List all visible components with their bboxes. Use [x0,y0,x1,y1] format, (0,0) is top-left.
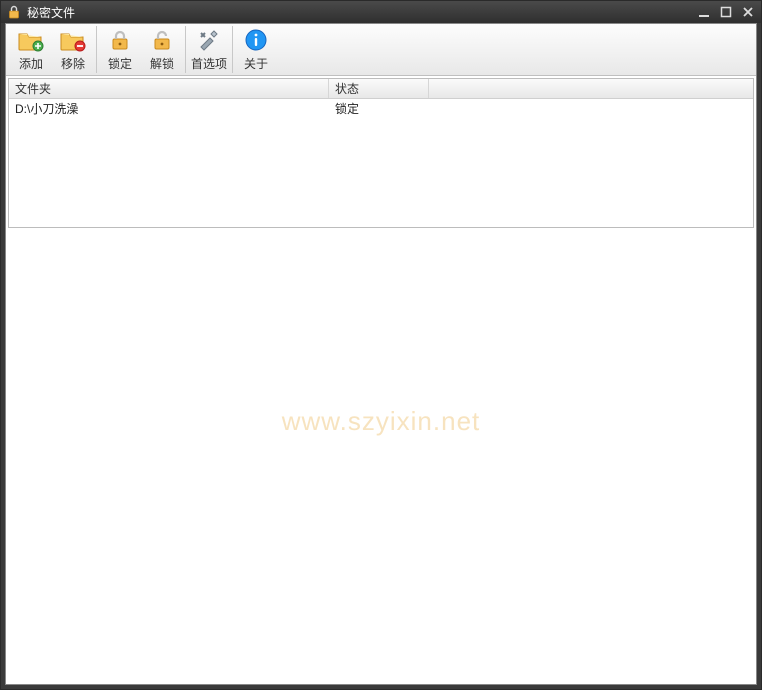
minimize-button[interactable] [697,5,711,19]
column-folder[interactable]: 文件夹 [9,79,329,98]
lock-closed-icon [106,27,134,53]
lock-label: 锁定 [108,55,132,72]
column-spacer [429,79,753,98]
prefs-button[interactable]: 首选项 [188,26,230,73]
window-title: 秘密文件 [27,4,697,21]
content-area: 文件夹 状态 D:\小刀洗澡 锁定 www.szyixin.net [6,76,756,684]
add-button[interactable]: 添加 [10,26,52,73]
maximize-button[interactable] [719,5,733,19]
folder-list: 文件夹 状态 D:\小刀洗澡 锁定 [8,78,754,228]
add-label: 添加 [19,55,43,72]
cell-folder: D:\小刀洗澡 [9,99,329,118]
column-status-label: 状态 [335,80,359,97]
toolbar-group-about: 关于 [233,26,279,73]
folder-remove-icon [59,27,87,53]
client-area: 添加 移除 [5,23,757,685]
app-window: 秘密文件 [0,0,762,690]
column-status[interactable]: 状态 [329,79,429,98]
list-header: 文件夹 状态 [9,79,753,99]
unlock-label: 解锁 [150,55,174,72]
list-row[interactable]: D:\小刀洗澡 锁定 [9,99,753,117]
toolbar: 添加 移除 [6,24,756,76]
remove-label: 移除 [61,55,85,72]
app-lock-icon [7,5,21,19]
lock-open-icon [148,27,176,53]
remove-button[interactable]: 移除 [52,26,94,73]
titlebar[interactable]: 秘密文件 [1,1,761,23]
info-icon [242,27,270,53]
lock-button[interactable]: 锁定 [99,26,141,73]
column-folder-label: 文件夹 [15,80,51,97]
tools-icon [195,27,223,53]
window-controls [697,5,755,19]
about-label: 关于 [244,55,268,72]
toolbar-group-prefs: 首选项 [186,26,233,73]
toolbar-group-file: 添加 移除 [8,26,97,73]
watermark-text: www.szyixin.net [6,406,756,437]
prefs-label: 首选项 [191,55,227,72]
close-button[interactable] [741,5,755,19]
toolbar-group-lock: 锁定 解锁 [97,26,186,73]
list-body[interactable]: D:\小刀洗澡 锁定 [9,99,753,227]
about-button[interactable]: 关于 [235,26,277,73]
unlock-button[interactable]: 解锁 [141,26,183,73]
cell-status: 锁定 [329,99,429,118]
folder-add-icon [17,27,45,53]
